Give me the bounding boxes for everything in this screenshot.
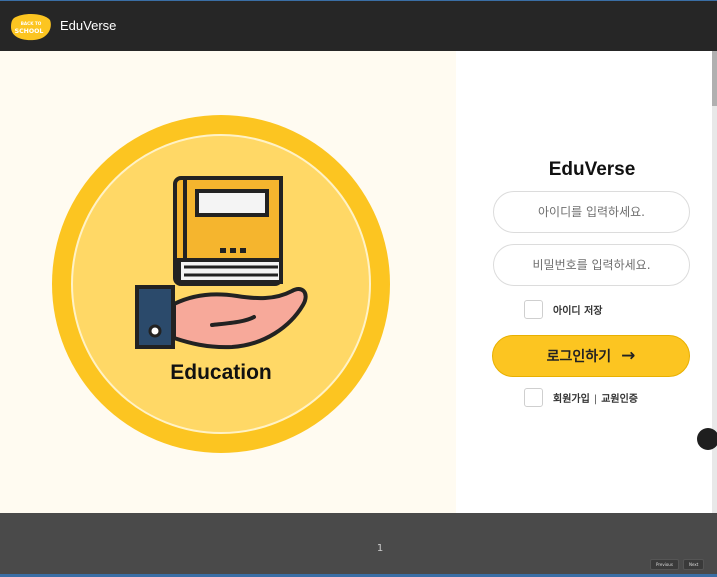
top-bar: BACK TO SCHOOL EduVerse <box>0 0 717 51</box>
logo-line-1: BACK TO <box>21 21 42 26</box>
hero-panel: Education <box>0 51 456 513</box>
signup-row: 회원가입 | 교원인증 <box>524 386 638 408</box>
arrow-right-icon: → <box>621 346 636 366</box>
link-separator: | <box>593 393 598 405</box>
page-number: 1 <box>376 543 384 554</box>
login-title: EduVerse <box>548 159 636 180</box>
next-button[interactable]: Next <box>683 559 705 570</box>
logo-line-2: SCHOOL <box>15 28 44 35</box>
app-title: EduVerse <box>60 18 117 33</box>
hero-label: Education <box>170 361 272 384</box>
login-button[interactable]: 로그인하기 → <box>492 335 690 377</box>
remember-id-label: 아이디 저장 <box>553 305 603 317</box>
login-button-label: 로그인하기 <box>546 349 612 365</box>
education-illustration <box>52 115 390 453</box>
floating-handle[interactable] <box>697 428 717 450</box>
remember-id-row: 아이디 저장 <box>524 298 602 320</box>
back-to-school-logo[interactable]: BACK TO SCHOOL <box>10 12 52 42</box>
password-input[interactable] <box>493 244 690 286</box>
book-icon <box>173 176 283 286</box>
teacher-auth-link[interactable]: 교원인증 <box>601 394 638 405</box>
signup-link[interactable]: 회원가입 <box>553 394 590 405</box>
main-content: Education EduVerse 아이디 저장 로그인하기 → 회원가입|교… <box>0 51 712 513</box>
signup-checkbox[interactable] <box>524 387 543 407</box>
remember-id-checkbox[interactable] <box>524 299 543 319</box>
previous-button[interactable]: Previous <box>650 559 679 570</box>
presentation-footer: 1 Previous Next <box>0 513 717 577</box>
scrollbar-thumb[interactable] <box>712 51 717 106</box>
user-id-input[interactable] <box>493 191 690 233</box>
